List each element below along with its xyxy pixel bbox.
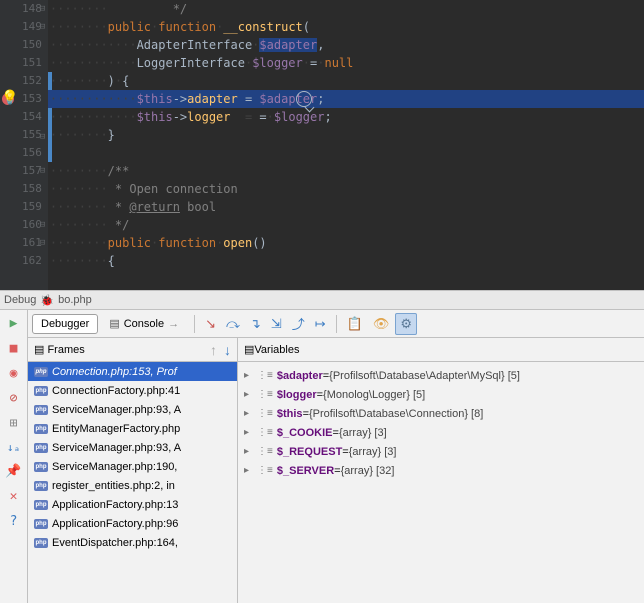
debugger-tab[interactable]: Debugger: [32, 314, 98, 334]
debug-tab-bar: Debug 🐞 bo.php: [0, 290, 644, 310]
php-file-icon: php: [34, 443, 48, 453]
variable-item[interactable]: ▸⋮≡$adapter = {Profilsoft\Database\Adapt…: [240, 366, 642, 385]
console-tab[interactable]: ▤Console→: [100, 313, 188, 334]
frame-up-icon[interactable]: ↑: [210, 342, 217, 358]
frames-header: ▤ Frames ↑ ↓: [28, 338, 237, 362]
frame-item[interactable]: phpConnection.php:153, Prof: [28, 362, 237, 381]
debug-side-toolbar: ▶ ■ ◉ ⊘ ⊞ ↓ₐ 📌 ✕ ?: [0, 310, 28, 603]
frames-list: phpConnection.php:153, Prof phpConnectio…: [28, 362, 237, 603]
php-file-icon: php: [34, 386, 48, 396]
frame-item[interactable]: phpApplicationFactory.php:96: [28, 514, 237, 533]
layout-icon[interactable]: ⊞: [10, 416, 18, 431]
frame-item[interactable]: phpEventDispatcher.php:164,: [28, 533, 237, 552]
php-file-icon: php: [34, 519, 48, 529]
debug-file-label[interactable]: bo.php: [58, 294, 92, 306]
variable-item[interactable]: ▸⋮≡$logger = {Monolog\Logger} [5]: [240, 385, 642, 404]
variable-item[interactable]: ▸⋮≡$this = {Profilsoft\Database\Connecti…: [240, 404, 642, 423]
frame-down-icon[interactable]: ↓: [224, 342, 231, 358]
debug-tab-label[interactable]: Debug: [4, 294, 36, 306]
step-over-icon[interactable]: ⤼: [222, 314, 244, 334]
php-file-icon: php: [34, 462, 48, 472]
resume-icon[interactable]: ▶: [10, 316, 18, 331]
code-editor: 💡 148 149 150 151 152 153 154 155 156 15…: [0, 0, 644, 290]
frame-item[interactable]: phpregister_entities.php:2, in: [28, 476, 237, 495]
mute-icon[interactable]: ⊘: [10, 391, 18, 406]
variable-item[interactable]: ▸⋮≡$_COOKIE = {array} [3]: [240, 423, 642, 442]
show-execution-icon[interactable]: ↘: [201, 314, 220, 334]
code-area[interactable]: ⊟········ */ ⊟········public·function·__…: [48, 0, 644, 290]
breakpoints-icon[interactable]: ◉: [10, 366, 18, 381]
debug-toolbar: Debugger ▤Console→ ↘ ⤼ ↴ ⇲ ⤴ ↦ 📋 👁 ⚙: [28, 310, 644, 338]
frames-panel: ▤ Frames ↑ ↓ phpConnection.php:153, Prof…: [28, 338, 238, 603]
php-file-icon: php: [34, 481, 48, 491]
watch-icon[interactable]: 👁: [369, 314, 394, 334]
run-to-cursor-icon[interactable]: ↦: [311, 314, 330, 334]
frame-item[interactable]: phpServiceManager.php:190,: [28, 457, 237, 476]
php-file-icon: php: [34, 500, 48, 510]
variables-list: ▸⋮≡$adapter = {Profilsoft\Database\Adapt…: [238, 362, 644, 603]
step-into-icon[interactable]: ↴: [246, 314, 265, 334]
pin-icon[interactable]: 📌: [5, 464, 21, 479]
php-file-icon: php: [34, 405, 48, 415]
help-icon[interactable]: ?: [10, 514, 18, 529]
frame-item[interactable]: phpServiceManager.php:93, A: [28, 438, 237, 457]
force-step-icon[interactable]: ⇲: [267, 314, 286, 334]
intention-bulb-icon[interactable]: 💡: [1, 90, 18, 106]
php-file-icon: php: [34, 538, 48, 548]
evaluate-icon[interactable]: 📋: [343, 314, 367, 334]
variables-panel: ▤ Variables ▸⋮≡$adapter = {Profilsoft\Da…: [238, 338, 644, 603]
php-file-icon: php: [34, 367, 48, 377]
debug-panel: ▶ ■ ◉ ⊘ ⊞ ↓ₐ 📌 ✕ ? Debugger ▤Console→ ↘ …: [0, 310, 644, 603]
variable-item[interactable]: ▸⋮≡$_SERVER = {array} [32]: [240, 461, 642, 480]
close-icon[interactable]: ✕: [10, 489, 18, 504]
frame-item[interactable]: phpConnectionFactory.php:41: [28, 381, 237, 400]
sort-icon[interactable]: ↓ₐ: [7, 441, 20, 454]
frame-item[interactable]: phpApplicationFactory.php:13: [28, 495, 237, 514]
gutter-markers: 💡: [0, 0, 18, 290]
settings-icon[interactable]: ⚙: [395, 313, 417, 335]
stop-icon[interactable]: ■: [10, 341, 18, 356]
step-out-icon[interactable]: ⤴: [288, 312, 309, 335]
php-file-icon: php: [34, 424, 48, 434]
variable-item[interactable]: ▸⋮≡$_REQUEST = {array} [3]: [240, 442, 642, 461]
bug-icon: 🐞: [40, 294, 54, 307]
frame-item[interactable]: phpEntityManagerFactory.php: [28, 419, 237, 438]
variables-header: ▤ Variables: [238, 338, 644, 362]
frame-item[interactable]: phpServiceManager.php:93, A: [28, 400, 237, 419]
